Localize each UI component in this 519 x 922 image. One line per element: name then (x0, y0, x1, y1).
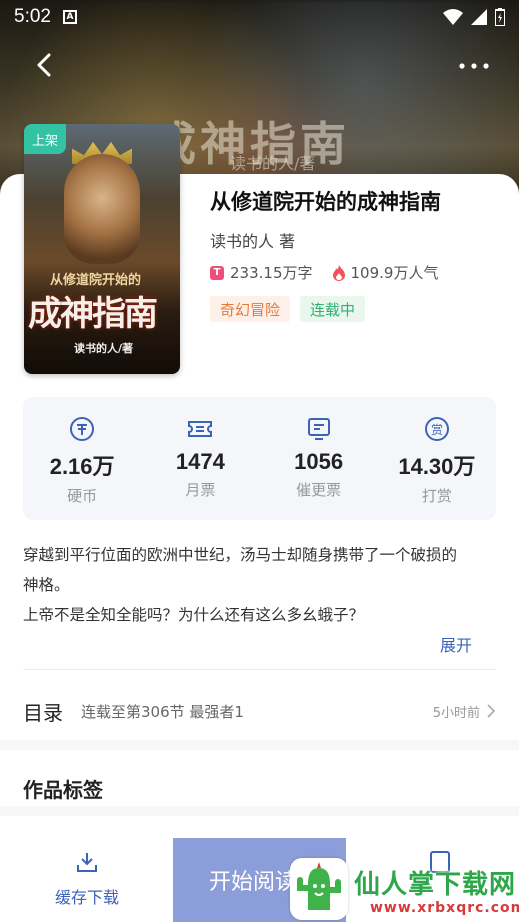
book-cover[interactable]: 从修道院开始的 成神指南 读书的人/著 (24, 124, 180, 374)
status-tag: 连载中 (300, 296, 366, 322)
book-meta: T 233.15万字 109.9万人气 (210, 262, 438, 283)
status-time: 5:02 (14, 6, 51, 27)
section-separator (0, 740, 519, 750)
watermark-url: www.xrbxqrc.com (370, 900, 519, 916)
word-count-icon: T (210, 265, 224, 280)
tags-section-title: 作品标签 (23, 778, 103, 802)
book-description: 穿越到平行位面的欧洲中世纪，汤马士却随身携带了一个破损的 神格。 上帝不是全知全… (23, 540, 496, 630)
signal-icon (471, 9, 487, 25)
update-icon (307, 418, 330, 440)
book-author[interactable]: 读书的人 著 (210, 228, 295, 252)
download-icon (77, 853, 97, 872)
watermark-text: 仙人掌下载网 (354, 870, 517, 900)
cover-figure-art (64, 154, 140, 264)
battery-icon (495, 8, 505, 26)
toc-update-time: 5小时前 (432, 705, 480, 721)
book-title: 从修道院开始的成神指南 (210, 190, 441, 214)
stat-label: 月票 (185, 481, 216, 499)
stat-value: 2.16万 (49, 454, 115, 479)
expand-description-link[interactable]: 展开 (440, 632, 472, 656)
stat-update-ticket[interactable]: 1056 催更票 (260, 397, 378, 520)
flame-icon (332, 264, 345, 281)
watermark: 仙人掌下载网 www.xrbxqrc.com (290, 850, 519, 922)
word-count: 233.15万字 (230, 264, 313, 282)
listed-badge: 上架 (24, 124, 66, 154)
cover-title: 成神指南 (28, 294, 158, 334)
download-button[interactable]: 缓存下载 (50, 850, 124, 908)
stat-monthly-ticket[interactable]: 1474 月票 (141, 397, 259, 520)
cover-author: 读书的人/著 (74, 342, 134, 355)
banner-subtitle: 读书的人/著 (230, 154, 316, 173)
stat-value: 1056 (294, 449, 344, 474)
notification-icon: A (62, 10, 77, 24)
stat-value: 1474 (175, 449, 225, 474)
description-line: 穿越到平行位面的欧洲中世纪，汤马士却随身携带了一个破损的 (23, 546, 458, 564)
description-line: 上帝不是全知全能吗？为什么还有这么多幺蛾子？ (23, 606, 365, 624)
wifi-icon (443, 9, 463, 25)
stat-coins[interactable]: 2.16万 硬币 (23, 397, 141, 520)
cactus-logo-icon (290, 858, 348, 920)
genre-tag[interactable]: 奇幻冒险 (210, 296, 291, 322)
book-tags: 奇幻冒险 连载中 (210, 296, 366, 322)
section-separator (0, 806, 519, 816)
divider (23, 669, 496, 670)
description-line: 神格。 (23, 576, 70, 594)
status-bar: 5:02 A (0, 0, 519, 34)
table-of-contents-row[interactable]: 目录 连载至第306节 最强者1 5小时前 (0, 684, 519, 738)
status-icons (443, 8, 505, 26)
svg-text:赏: 赏 (431, 423, 443, 437)
more-options-icon[interactable] (456, 56, 492, 76)
stat-value: 14.30万 (398, 454, 476, 479)
reward-icon: 赏 (424, 417, 449, 441)
coin-icon (70, 417, 95, 441)
stat-label: 打赏 (421, 487, 452, 505)
stats-panel: 2.16万 硬币 1474 月票 1056 催更票 赏 14.30万 打赏 (23, 397, 496, 520)
back-arrow-icon[interactable] (30, 50, 60, 80)
stat-label: 催更票 (296, 481, 342, 499)
stat-label: 硬币 (67, 487, 98, 505)
chevron-right-icon (487, 704, 496, 718)
ticket-icon (188, 421, 213, 437)
download-label: 缓存下载 (54, 888, 119, 907)
toc-title: 目录 (23, 700, 63, 725)
toc-latest-chapter: 连载至第306节 最强者1 (81, 702, 244, 721)
stat-reward[interactable]: 赏 14.30万 打赏 (378, 397, 496, 520)
popularity: 109.9万人气 (350, 264, 439, 282)
